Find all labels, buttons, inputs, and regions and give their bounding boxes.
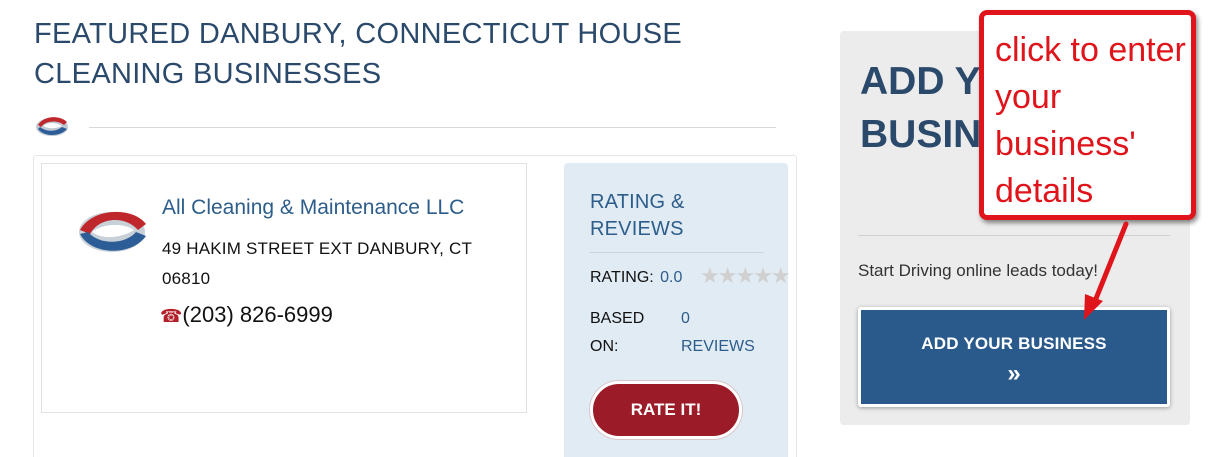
double-chevron-right-icon: » [1007, 360, 1021, 387]
business-name-link[interactable]: All Cleaning & Maintenance LLC [162, 196, 464, 220]
section-title: FEATURED DANBURY, CONNECTICUT HOUSE CLEA… [34, 18, 683, 90]
reviews-label: REVIEWS [681, 338, 755, 355]
add-business-button[interactable]: ADD YOUR BUSINESS » [858, 307, 1170, 407]
add-business-divider [858, 235, 1170, 236]
based-on-label: BASED ON: [590, 310, 645, 355]
reviews-count: 0 [681, 310, 690, 327]
callout-text: click to enter your business' details [995, 31, 1186, 210]
reviews-link[interactable]: 0 REVIEWS [681, 305, 771, 361]
add-business-subtitle: Start Driving online leads today! [858, 261, 1099, 280]
listing-card: All Cleaning & Maintenance LLC 49 HAKIM … [41, 163, 527, 413]
rating-row: RATING: 0.0 [590, 269, 682, 287]
title-divider-row [34, 111, 776, 141]
phone-icon: ☎ [160, 306, 183, 326]
company-logo-icon [36, 117, 68, 136]
rating-value: 0.0 [660, 269, 683, 286]
rating-divider [590, 252, 764, 253]
company-logo-icon [79, 211, 146, 252]
rating-label: RATING: [590, 269, 654, 286]
rating-panel: RATING & REVIEWS RATING: 0.0 ★★★★★ BASED… [564, 163, 791, 457]
add-business-button-label: ADD YOUR BUSINESS [921, 334, 1107, 353]
rating-title: RATING & REVIEWS [590, 191, 685, 240]
rate-it-button[interactable]: RATE IT! [590, 381, 742, 439]
business-phone[interactable]: ☎(203) 826-6999 [160, 302, 333, 328]
star-rating-icon[interactable]: ★★★★★ [700, 263, 791, 289]
business-address: 49 HAKIM STREET EXT DANBURY, CT 06810 [162, 239, 472, 288]
annotation-callout: click to enter your business' details [979, 10, 1196, 220]
phone-number: (203) 826-6999 [182, 302, 333, 327]
divider-line [89, 127, 776, 128]
